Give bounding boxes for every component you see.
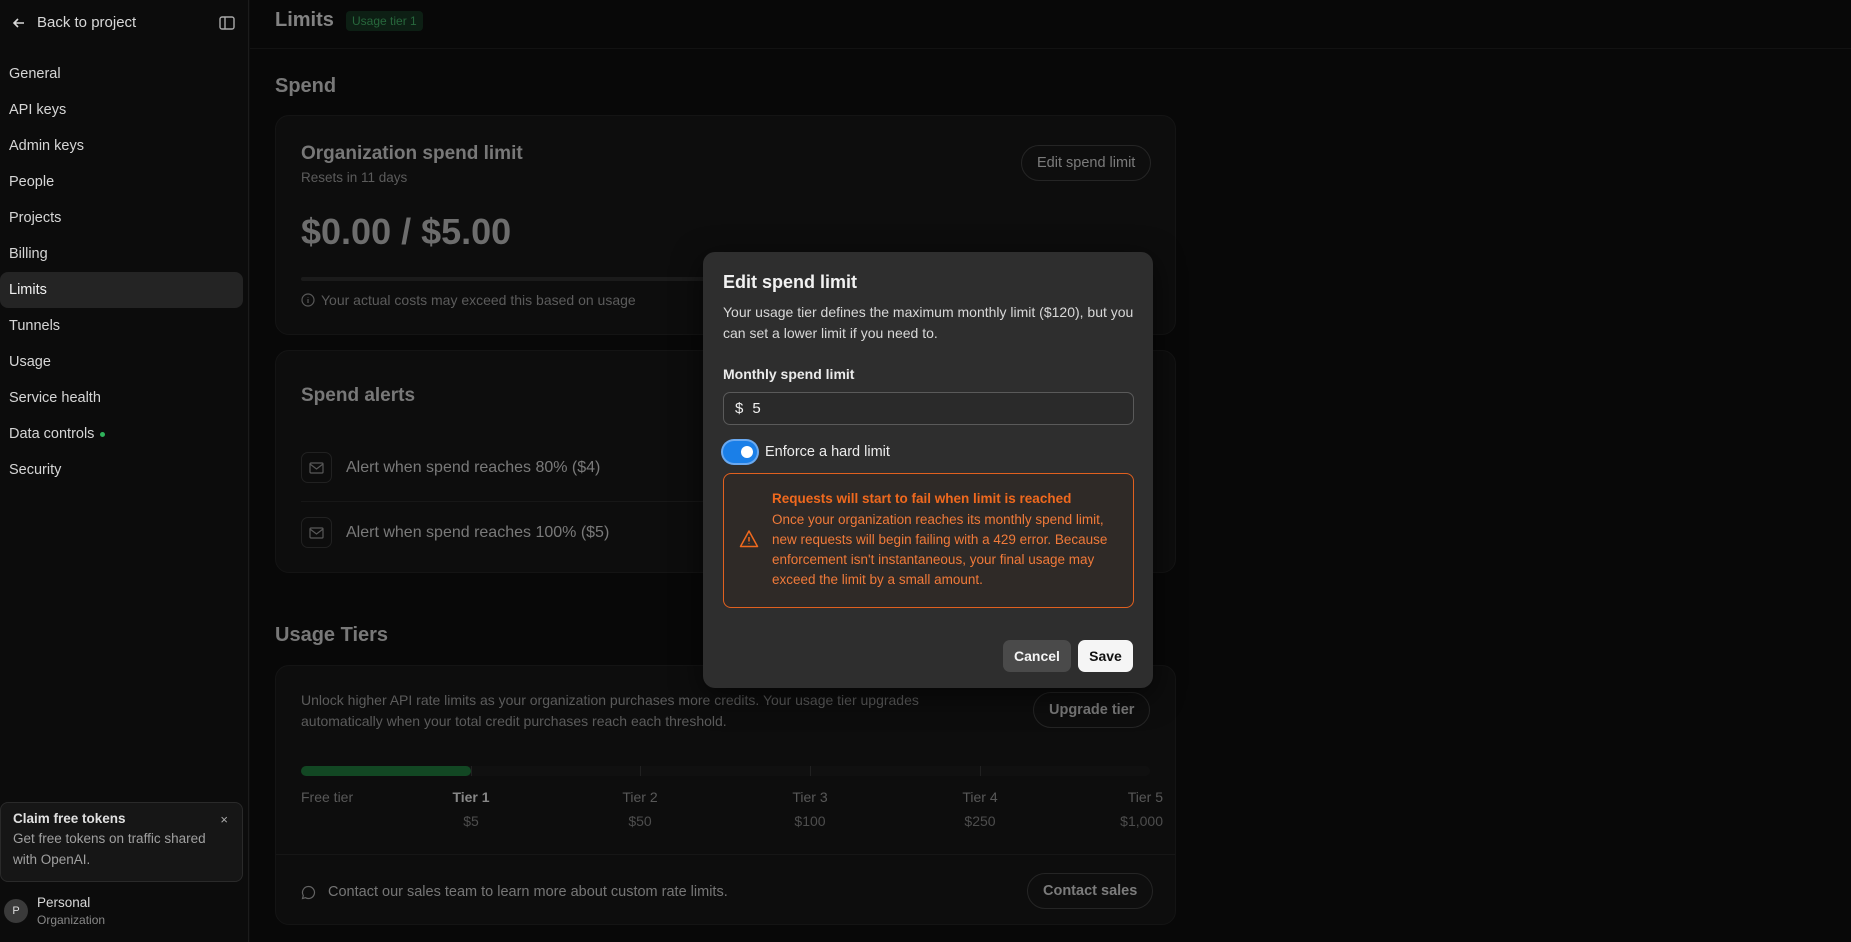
sidebar-item-admin-keys[interactable]: Admin keys bbox=[0, 128, 243, 164]
monthly-limit-label: Monthly spend limit bbox=[723, 366, 855, 382]
sidebar-item-label: Tunnels bbox=[9, 318, 61, 334]
sidebar-item-label: Limits bbox=[9, 282, 47, 298]
org-type: Organization bbox=[37, 913, 106, 927]
org-name: Personal bbox=[37, 895, 91, 910]
warning-text: Once your organization reaches its month… bbox=[772, 512, 1108, 587]
warning-title: Requests will start to fail when limit i… bbox=[772, 491, 1072, 506]
sidebar-item-tunnels[interactable]: Tunnels bbox=[0, 308, 243, 344]
sidebar-item-limits[interactable]: Limits bbox=[0, 272, 243, 308]
cancel-button[interactable]: Cancel bbox=[1003, 640, 1071, 672]
close-icon[interactable]: × bbox=[220, 812, 228, 827]
sidebar-item-api-keys[interactable]: API keys bbox=[0, 92, 243, 128]
sidebar-item-security[interactable]: Security bbox=[0, 452, 243, 488]
save-button[interactable]: Save bbox=[1078, 640, 1133, 672]
avatar: P bbox=[4, 899, 28, 923]
sidebar-item-label: Usage bbox=[9, 354, 51, 370]
sidebar-item-label: Data controls bbox=[9, 426, 95, 442]
warning-icon bbox=[739, 530, 759, 548]
hard-limit-label: Enforce a hard limit bbox=[765, 444, 890, 460]
hard-limit-row: Enforce a hard limit bbox=[723, 441, 890, 463]
claim-text: Get free tokens on traffic shared with O… bbox=[13, 831, 206, 867]
hard-limit-warning: Requests will start to fail when limit i… bbox=[723, 473, 1134, 608]
sidebar-item-usage[interactable]: Usage bbox=[0, 344, 243, 380]
currency-symbol: $ bbox=[735, 400, 744, 417]
sidebar-item-billing[interactable]: Billing bbox=[0, 236, 243, 272]
edit-spend-limit-dialog: Edit spend limit Your usage tier defines… bbox=[703, 252, 1153, 688]
sidebar-item-label: API keys bbox=[9, 102, 67, 118]
sidebar-toggle-icon[interactable] bbox=[218, 14, 236, 32]
monthly-limit-field[interactable]: $ bbox=[723, 392, 1134, 425]
sidebar-item-general[interactable]: General bbox=[0, 56, 243, 92]
status-dot bbox=[100, 431, 106, 437]
org-switcher[interactable]: P Personal Organization bbox=[4, 895, 105, 927]
arrow-left-icon bbox=[12, 17, 24, 28]
hard-limit-toggle[interactable] bbox=[723, 441, 757, 463]
sidebar-item-label: Admin keys bbox=[9, 138, 84, 154]
sidebar-item-label: Billing bbox=[9, 246, 48, 262]
back-link-label: Back to project bbox=[37, 14, 137, 31]
monthly-limit-input[interactable] bbox=[752, 400, 1113, 417]
claim-tokens-banner[interactable]: Claim free tokens Get free tokens on tra… bbox=[0, 802, 243, 882]
sidebar-item-projects[interactable]: Projects bbox=[0, 200, 243, 236]
sidebar-item-label: General bbox=[9, 66, 61, 82]
sidebar-item-people[interactable]: People bbox=[0, 164, 243, 200]
sidebar-item-service-health[interactable]: Service health bbox=[0, 380, 243, 416]
app-root: Back to project General API keys Admin k… bbox=[0, 0, 1851, 942]
sidebar-item-label: Projects bbox=[9, 210, 62, 226]
dialog-description: Your usage tier defines the maximum mont… bbox=[723, 304, 1134, 341]
sidebar-item-data-controls[interactable]: Data controls bbox=[0, 416, 243, 452]
sidebar: Back to project General API keys Admin k… bbox=[0, 0, 249, 942]
sidebar-item-label: Service health bbox=[9, 390, 101, 406]
claim-title: Claim free tokens bbox=[13, 811, 126, 826]
dialog-title: Edit spend limit bbox=[723, 272, 858, 292]
sidebar-item-label: People bbox=[9, 174, 55, 190]
toggle-knob bbox=[741, 446, 753, 458]
sidebar-nav: General API keys Admin keys People Proje… bbox=[0, 56, 249, 488]
back-to-project-link[interactable]: Back to project bbox=[11, 14, 136, 31]
sidebar-item-label: Security bbox=[9, 462, 62, 478]
